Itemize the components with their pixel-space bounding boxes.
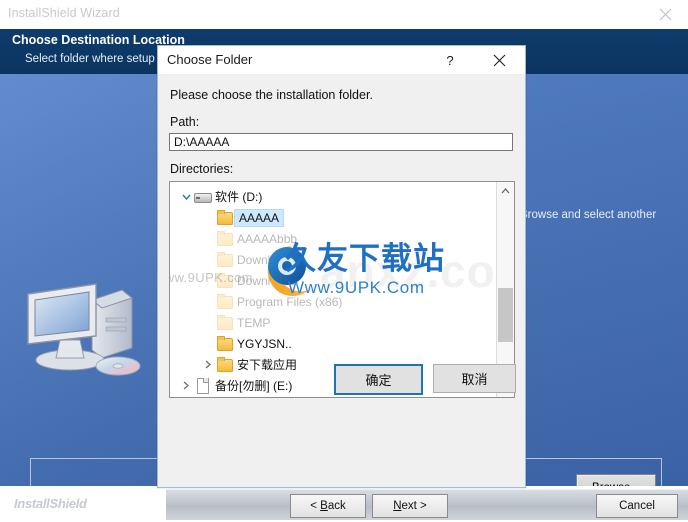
tree-item-label: TEMP: [237, 315, 271, 330]
tree-item-label: AAAAAbbb: [237, 231, 298, 246]
dialog-title: Choose Folder: [167, 52, 253, 67]
next-button[interactable]: Next >: [372, 494, 448, 518]
installshield-logo-part2: Shield: [49, 496, 87, 511]
tree-item-label: 软件 (D:): [215, 190, 263, 204]
chevron-down-icon[interactable]: [178, 189, 194, 205]
wizard-cancel-button-label: Cancel: [619, 500, 655, 512]
tree-item[interactable]: AAAAAbbb: [170, 228, 297, 249]
tree-item[interactable]: 备份[勿删] (E:): [170, 375, 292, 396]
close-icon[interactable]: [479, 46, 519, 74]
wizard-titlebar: InstallShield Wizard: [0, 0, 688, 30]
drive-icon: [194, 189, 212, 204]
ok-button[interactable]: 确定: [334, 364, 423, 395]
tree-item-label: 安下载应用: [237, 358, 298, 372]
help-icon[interactable]: ?: [435, 46, 465, 74]
folder-icon: [216, 273, 233, 288]
tree-scrollbar-thumb[interactable]: [498, 288, 513, 342]
tree-item[interactable]: Program Files (x86): [170, 291, 342, 312]
folder-icon: [216, 315, 233, 330]
tree-item[interactable]: Downloads: [170, 270, 296, 291]
tree-item[interactable]: TEMP: [170, 312, 270, 333]
folder-icon: [216, 231, 233, 246]
chevron-right-icon[interactable]: [178, 378, 194, 394]
dialog-cancel-button[interactable]: 取消: [433, 364, 516, 393]
path-input[interactable]: [169, 133, 513, 151]
wizard-title: InstallShield Wizard: [8, 6, 120, 20]
doc-icon: [194, 378, 211, 394]
chevron-up-icon[interactable]: [497, 182, 514, 199]
dialog-titlebar: Choose Folder ?: [158, 46, 525, 74]
tree-item[interactable]: AAAAA: [170, 207, 285, 228]
destination-note: Browse and select another: [520, 209, 657, 221]
tree-item-label: YGYJSN..: [237, 336, 292, 351]
tree-item[interactable]: 软件 (D:): [170, 186, 262, 207]
chevron-right-icon[interactable]: [200, 357, 216, 373]
tree-item[interactable]: Download: [170, 249, 290, 270]
page-subtitle: Select folder where setup wi: [25, 53, 169, 65]
ok-button-label: 确定: [365, 374, 392, 389]
choose-folder-dialog: Choose Folder ? Please choose the instal…: [157, 45, 526, 488]
folder-icon: [216, 252, 233, 267]
footer-button-strip: < Back Next > Cancel: [166, 489, 688, 520]
path-label: Path:: [170, 115, 200, 129]
tree-item[interactable]: YGYJSN..: [170, 333, 292, 354]
tree-item-label: 备份[勿删] (E:): [215, 379, 293, 393]
tree-item-label: Downloads: [237, 273, 297, 288]
wizard-footer: InstallShield < Back Next > Cancel: [0, 486, 688, 522]
next-button-label: Next >: [393, 500, 427, 512]
directories-label: Directories:: [170, 162, 234, 176]
tree-item-label: Program Files (x86): [237, 294, 343, 309]
tree-item-label: AAAAA: [233, 208, 285, 227]
close-icon[interactable]: [642, 0, 688, 29]
dialog-body: Please choose the installation folder. P…: [158, 74, 525, 487]
back-button[interactable]: < Back: [290, 494, 366, 518]
folder-icon: [216, 357, 233, 372]
back-button-label: < Back: [310, 500, 346, 512]
computer-icon: [22, 262, 152, 382]
folder-icon: [216, 336, 233, 351]
installshield-logo-part1: Install: [14, 496, 50, 511]
dialog-cancel-button-label: 取消: [461, 373, 488, 388]
dialog-prompt: Please choose the installation folder.: [170, 88, 373, 102]
tree-item-label: Download: [237, 252, 291, 267]
folder-icon: [216, 294, 233, 309]
installshield-logo: InstallShield: [14, 496, 87, 511]
tree-item[interactable]: 安下载应用: [170, 354, 297, 375]
folder-icon: [216, 210, 233, 225]
wizard-cancel-button[interactable]: Cancel: [596, 494, 678, 518]
